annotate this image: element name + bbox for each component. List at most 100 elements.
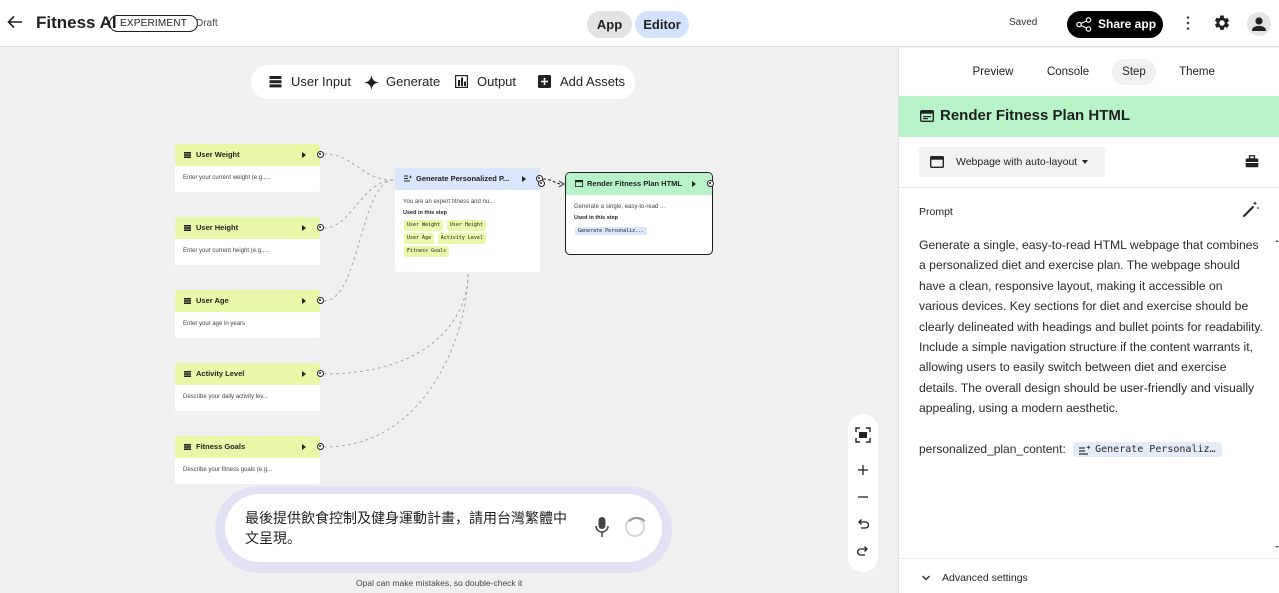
share-icon — [1076, 17, 1092, 32]
input-chip: Fitness Goals — [404, 246, 450, 257]
node-description: Enter your age in years — [183, 321, 246, 327]
loading-spinner-icon — [625, 517, 649, 537]
tab-console[interactable]: Console — [1040, 59, 1096, 85]
chat-input-text[interactable]: 最後提供飲食控制及健身運動計畫，請用台灣繁體中文呈現。 — [245, 508, 580, 548]
node-title: User Weight — [196, 150, 240, 159]
node-title: Generate Personalized P... — [416, 174, 510, 183]
advanced-settings-label: Advanced settings — [942, 572, 1028, 584]
person-icon — [1252, 17, 1266, 31]
output-port[interactable] — [317, 443, 324, 450]
output-port[interactable] — [317, 151, 324, 158]
activity-level-node[interactable]: Activity Level Describe your daily activ… — [175, 363, 324, 411]
variable-name: personalized_plan_content: — [919, 442, 1066, 456]
zoom-controls — [848, 414, 878, 572]
play-icon[interactable] — [302, 225, 306, 231]
input-chip: User Height — [446, 220, 486, 231]
input-chip: Activity Level — [437, 233, 486, 244]
play-icon[interactable] — [522, 176, 526, 182]
share-app-label: Share app — [1098, 17, 1157, 31]
used-in-step-label: Used in this step — [403, 210, 448, 216]
undo-icon[interactable] — [855, 516, 871, 532]
chat-input[interactable]: 最後提供飲食控制及健身運動計畫，請用台灣繁體中文呈現。 — [225, 494, 662, 562]
connector-weight — [323, 153, 395, 181]
variable-chip-label: Generate Personaliz… — [1095, 444, 1216, 456]
play-icon[interactable] — [692, 181, 696, 187]
node-description: You are an expert fitness and nu... — [403, 199, 495, 205]
generate-output-port[interactable] — [538, 180, 545, 187]
user-input-icon — [184, 225, 191, 231]
back-arrow-icon[interactable] — [6, 13, 24, 31]
output-mode-select[interactable]: Webpage with auto-layout — [919, 147, 1105, 177]
node-description: Describe your fitness goals (e.g... — [183, 467, 273, 473]
disclaimer-text: Opal can make mistakes, so double-check … — [356, 578, 523, 588]
step-panel: Preview Console Step Theme Render Fitnes… — [898, 48, 1279, 593]
prompt-label: Prompt — [919, 206, 953, 218]
top-bar: Fitness AI EXPERIMENT Draft App Editor S… — [0, 0, 1279, 47]
tab-step[interactable]: Step — [1112, 59, 1156, 85]
editor-mode-button[interactable]: Editor — [635, 11, 689, 38]
user-avatar[interactable] — [1247, 12, 1271, 36]
node-description: Enter your current weight (e.g.,... — [183, 175, 271, 181]
generate-personalized-plan-node[interactable]: Generate Personalized P... You are an ex… — [395, 168, 543, 272]
scroll-up-icon[interactable] — [1275, 239, 1279, 243]
output-port[interactable] — [317, 370, 324, 377]
chat-composer: 最後提供飲食控制及健身運動計畫，請用台灣繁體中文呈現。 — [215, 486, 672, 573]
input-chip: Generate Personaliz... — [575, 227, 648, 235]
webpage-icon — [920, 110, 934, 122]
advanced-settings-toggle[interactable]: Advanced settings — [921, 572, 1028, 584]
tab-theme[interactable]: Theme — [1171, 59, 1223, 85]
node-title: Activity Level — [196, 369, 245, 378]
user-input-icon — [184, 298, 191, 304]
user-height-node[interactable]: User Height Enter your current height (e… — [175, 217, 324, 265]
play-icon[interactable] — [302, 371, 306, 377]
node-description: Enter your current height (e.g.,... — [183, 248, 270, 254]
tab-preview[interactable]: Preview — [965, 59, 1021, 85]
output-port[interactable] — [317, 224, 324, 231]
user-weight-node[interactable]: User Weight Enter your current weight (e… — [175, 144, 324, 192]
divider — [899, 558, 1279, 559]
draft-status: Draft — [196, 18, 218, 29]
node-title: User Height — [196, 223, 239, 232]
toolbox-icon[interactable] — [1245, 155, 1259, 168]
play-icon[interactable] — [302, 444, 306, 450]
more-options-icon[interactable] — [1184, 15, 1192, 31]
app-mode-button[interactable]: App — [587, 11, 632, 38]
fit-view-icon[interactable] — [855, 427, 871, 443]
zoom-in-icon[interactable] — [855, 462, 871, 478]
play-icon[interactable] — [302, 298, 306, 304]
zoom-out-icon[interactable] — [855, 489, 871, 505]
fitness-goals-node[interactable]: Fitness Goals Describe your fitness goal… — [175, 436, 324, 484]
redo-icon[interactable] — [855, 543, 871, 559]
user-age-node[interactable]: User Age Enter your age in years — [175, 290, 324, 338]
webpage-icon — [575, 180, 583, 187]
output-port[interactable] — [317, 297, 324, 304]
share-app-button[interactable]: Share app — [1067, 11, 1163, 38]
prompt-text[interactable]: Generate a single, easy-to-read HTML web… — [919, 235, 1263, 419]
node-title: Fitness Goals — [196, 442, 246, 451]
user-input-icon — [184, 152, 191, 158]
microphone-icon[interactable] — [594, 516, 610, 538]
app-title: Fitness AI — [36, 13, 117, 32]
connector-age — [323, 179, 395, 302]
scroll-down-icon[interactable] — [1275, 545, 1279, 549]
magic-wand-icon[interactable] — [1242, 200, 1260, 218]
input-chip: User Age — [404, 233, 435, 244]
connector-goals — [323, 273, 469, 448]
settings-gear-icon[interactable] — [1213, 14, 1231, 32]
play-icon[interactable] — [302, 152, 306, 158]
used-in-step-label: Used in this step — [574, 215, 619, 221]
output-port[interactable] — [707, 180, 714, 187]
graph-canvas[interactable]: User Input Generate Output Add Assets Us… — [0, 48, 898, 593]
step-title: Render Fitness Plan HTML — [940, 107, 1131, 124]
chevron-down-icon — [1082, 160, 1088, 164]
variable-chip[interactable]: Generate Personaliz… — [1073, 442, 1222, 458]
render-fitness-plan-node[interactable]: Render Fitness Plan HTML Generate a sing… — [538, 172, 714, 255]
chevron-down-icon — [922, 575, 930, 581]
user-input-icon — [184, 444, 191, 450]
generate-text-icon — [404, 175, 412, 182]
generate-text-icon — [1079, 445, 1091, 455]
output-mode-value: Webpage with auto-layout — [956, 156, 1078, 168]
connector-height — [323, 179, 395, 229]
divider — [899, 187, 1279, 188]
node-description: Generate a single, easy-to-read ... — [574, 204, 666, 210]
